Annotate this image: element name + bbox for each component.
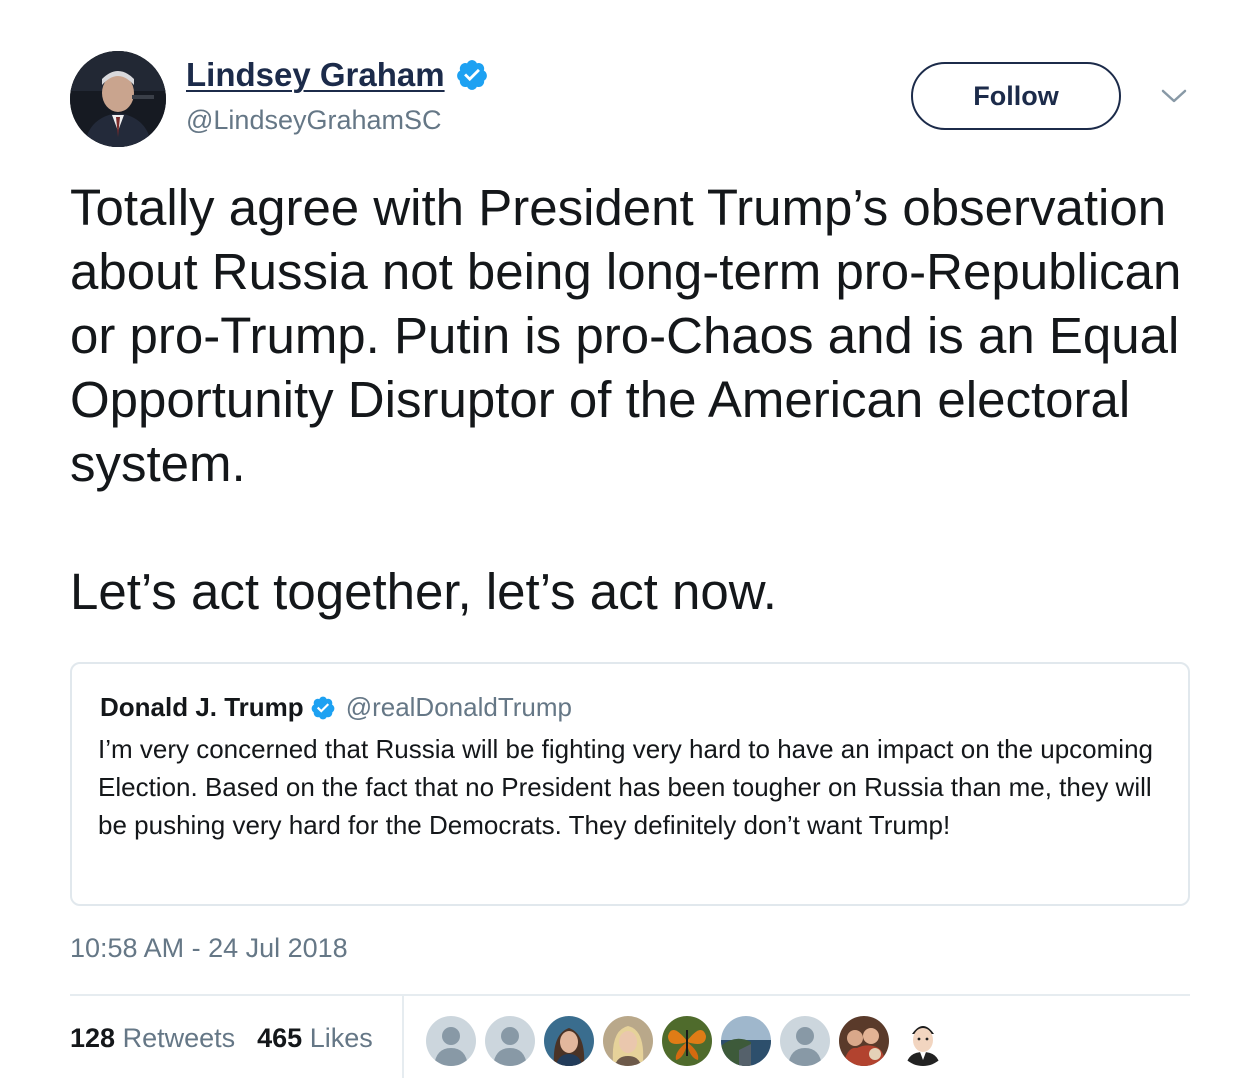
tweet-text: Totally agree with President Trump’s obs… [70,179,1182,620]
retweets-stat[interactable]: 128 Retweets [70,1023,235,1054]
stats-divider [402,996,404,1078]
verified-badge-icon [456,60,487,90]
liker-avatar[interactable] [603,1016,653,1066]
follow-button[interactable]: Follow [911,62,1121,130]
tweet-timestamp[interactable]: 10:58 AM - 24 Jul 2018 [70,933,348,964]
quoted-tweet-header: Donald J. Trump @realDonaldTrump [100,692,572,723]
quoted-tweet-text: I’m very concerned that Russia will be f… [98,734,1153,840]
author-handle[interactable]: @LindseyGrahamSC [186,105,442,136]
author-avatar[interactable] [70,51,166,147]
tweet-stats: 128 Retweets 465 Likes [70,1023,395,1054]
liker-avatar[interactable] [662,1016,712,1066]
retweets-label: Retweets [122,1023,236,1053]
liker-avatars [426,1016,957,1066]
liker-avatar[interactable] [544,1016,594,1066]
liker-avatar[interactable] [898,1016,948,1066]
liker-avatar[interactable] [485,1016,535,1066]
divider [70,994,1190,996]
quoted-author-name: Donald J. Trump [100,692,304,722]
quoted-author-handle: @realDonaldTrump [345,692,572,722]
retweets-count: 128 [70,1023,116,1053]
verified-badge-icon [311,696,335,719]
liker-avatar[interactable] [426,1016,476,1066]
likes-stat[interactable]: 465 Likes [257,1023,373,1054]
quoted-tweet-card[interactable]: Donald J. Trump @realDonaldTrump I’m ver… [70,662,1190,906]
likes-label: Likes [309,1023,373,1053]
author-name-row: Lindsey Graham [186,56,489,94]
liker-avatar[interactable] [780,1016,830,1066]
author-name[interactable]: Lindsey Graham [186,56,445,94]
liker-avatar[interactable] [721,1016,771,1066]
likes-count: 465 [257,1023,303,1053]
chevron-down-icon[interactable] [1160,86,1188,106]
liker-avatar[interactable] [839,1016,889,1066]
